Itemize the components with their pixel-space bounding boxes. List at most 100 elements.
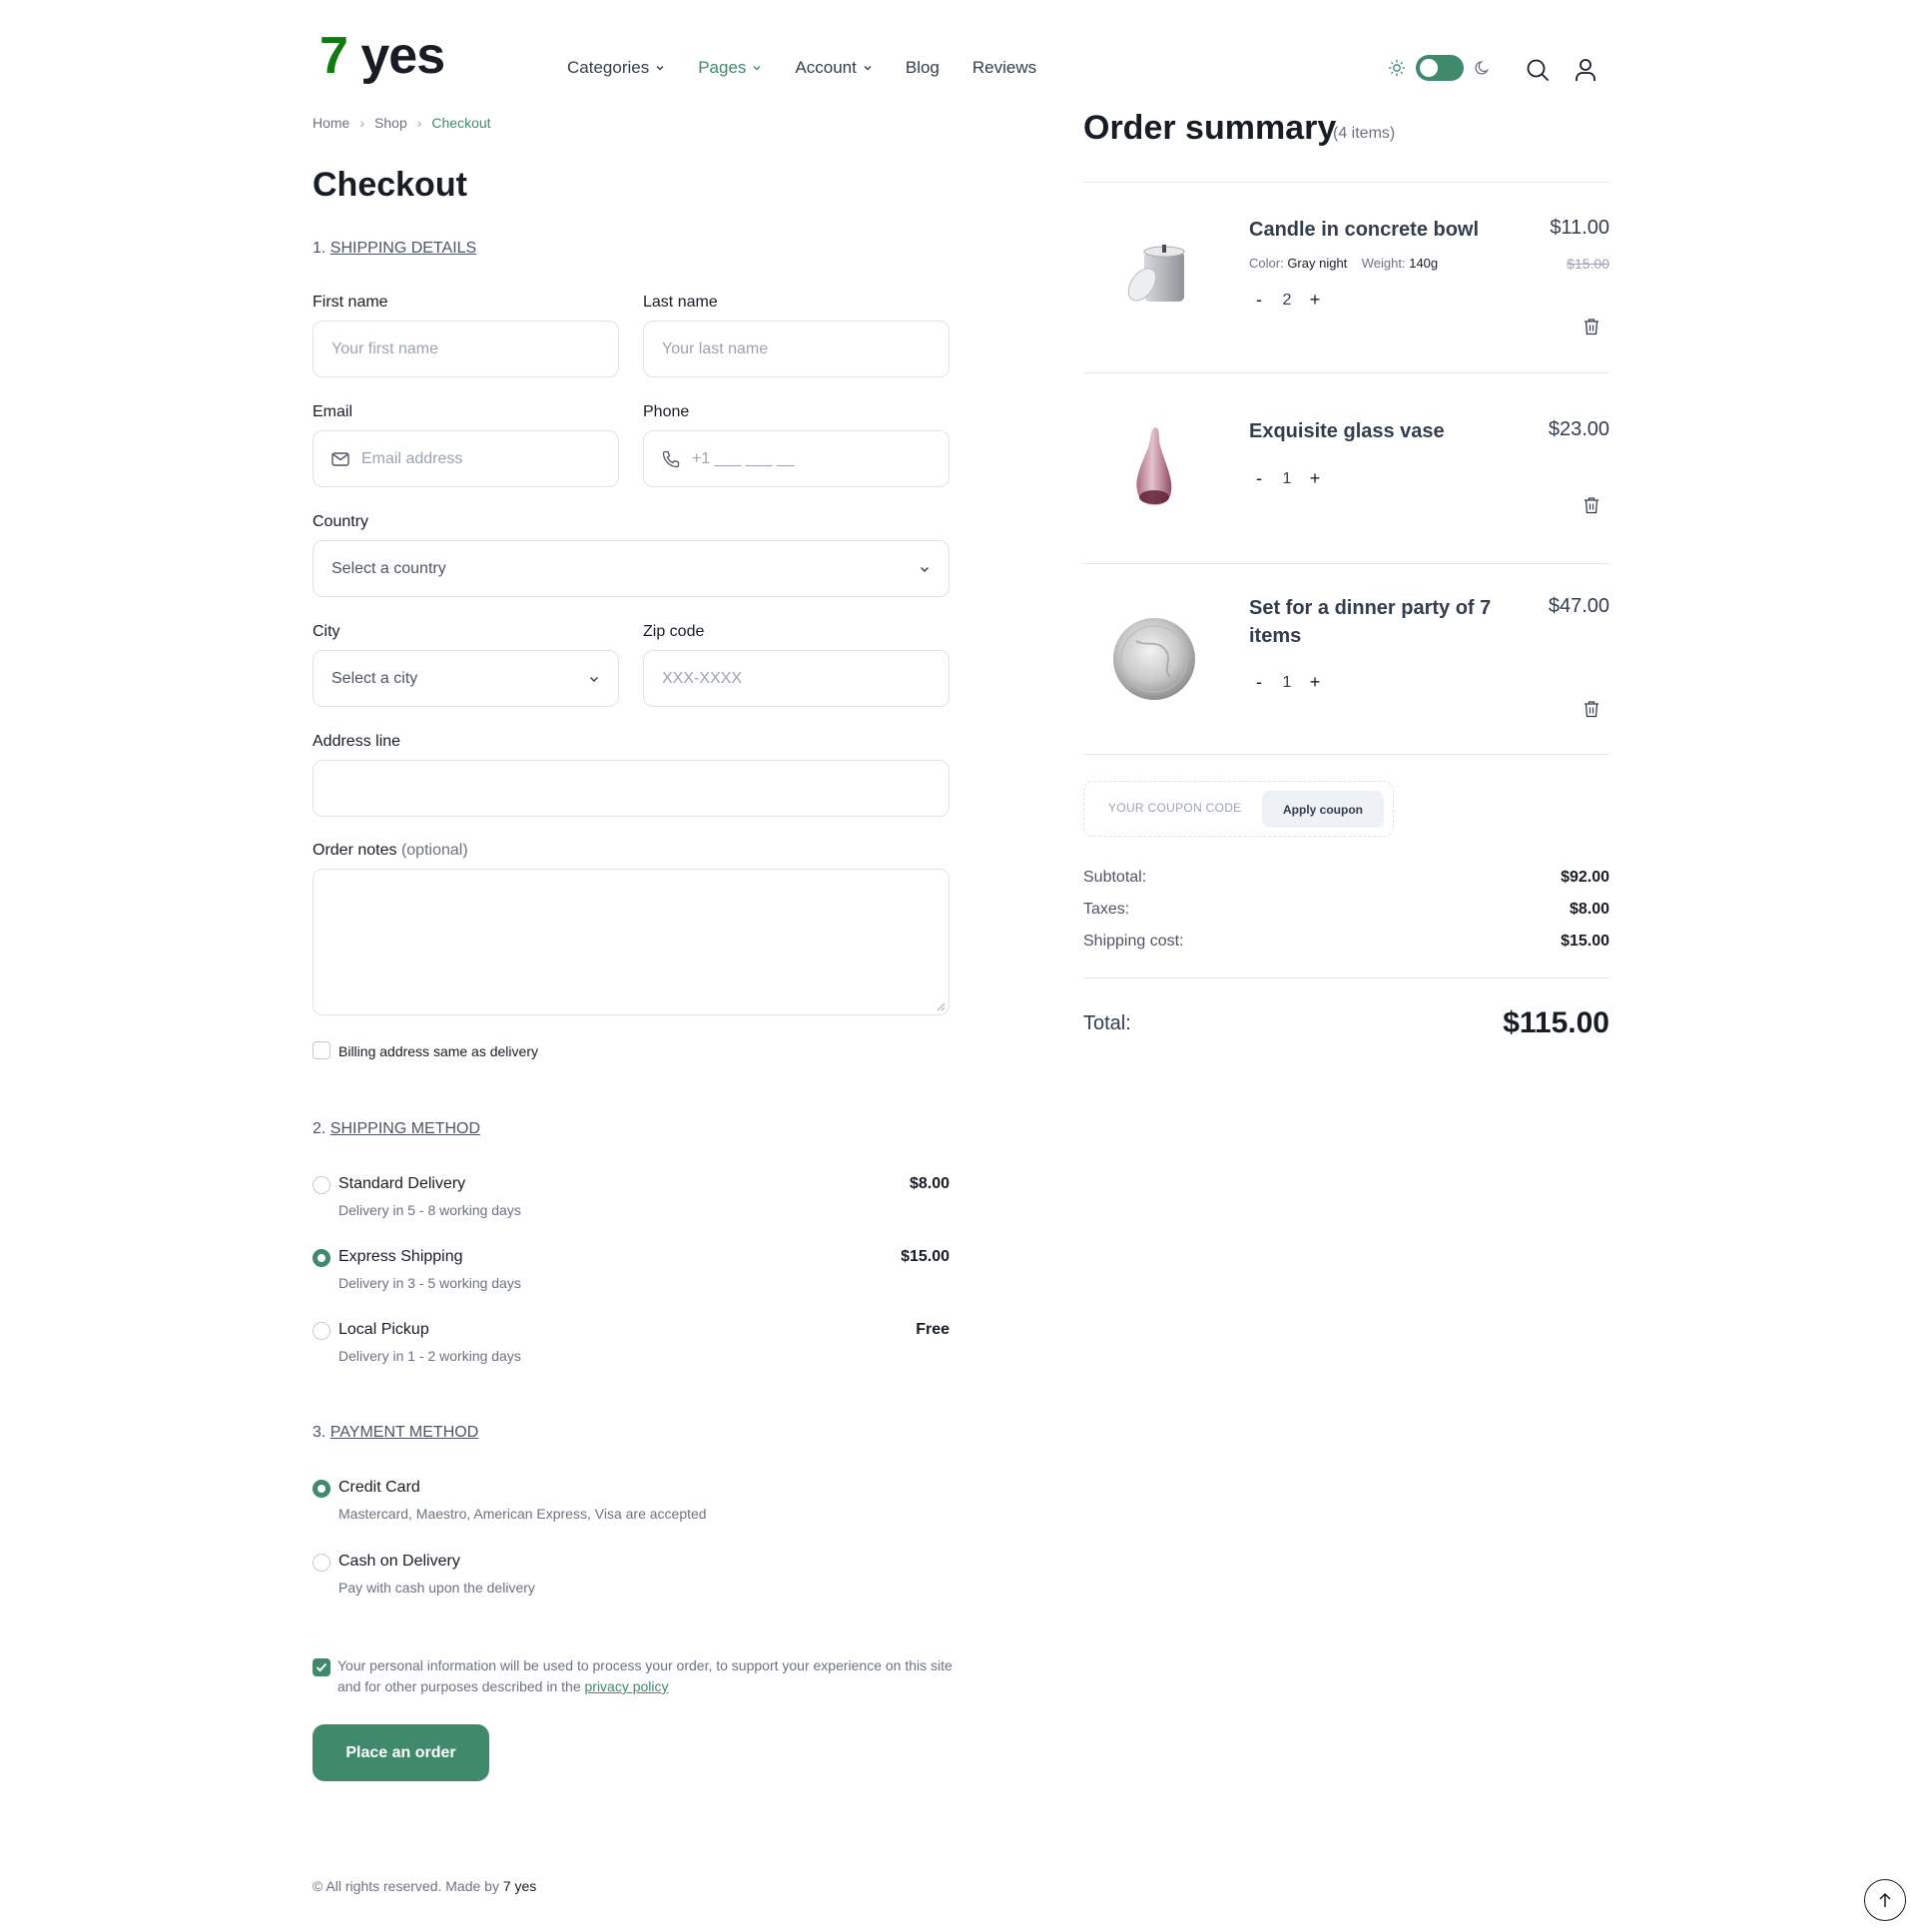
first-name-label: First name	[313, 294, 388, 311]
place-order-button[interactable]: Place an order	[313, 1724, 489, 1781]
billing-same-checkbox[interactable]	[313, 1041, 330, 1059]
section-title: SHIPPING DETAILS	[329, 240, 477, 257]
meta-label: Color:	[1249, 256, 1284, 271]
apply-coupon-button[interactable]: Apply coupon	[1262, 791, 1384, 828]
toggle-knob	[1420, 59, 1438, 77]
dinner-set-product-image[interactable]	[1106, 611, 1202, 707]
zip-label: Zip code	[643, 623, 705, 640]
nav-account[interactable]: Account	[795, 58, 872, 78]
breadcrumb-current: Checkout	[431, 115, 491, 131]
section-number: 1.	[313, 240, 326, 257]
main-nav: Categories Pages Account Blog Reviews	[567, 58, 1069, 78]
shipping-cost-label: Shipping cost:	[1083, 933, 1184, 950]
increase-button[interactable]: +	[1305, 672, 1325, 693]
nav-categories[interactable]: Categories	[567, 58, 665, 78]
last-name-label: Last name	[643, 294, 718, 311]
taxes-label: Taxes:	[1083, 901, 1130, 918]
select-value: Select a country	[331, 559, 446, 577]
meta-value: Gray night	[1287, 256, 1348, 271]
theme-toggle[interactable]	[1416, 55, 1464, 81]
quantity-stepper: - 1 +	[1249, 672, 1325, 693]
check-icon	[316, 1662, 327, 1672]
placeholder: +1 ___ ___ __	[692, 449, 795, 467]
last-name-input[interactable]: Your last name	[643, 321, 950, 377]
breadcrumb-shop[interactable]: Shop	[374, 115, 407, 131]
logo[interactable]: 7 yes	[320, 27, 445, 85]
quantity-value[interactable]: 1	[1269, 470, 1305, 488]
city-select[interactable]: Select a city	[313, 650, 619, 707]
decrease-button[interactable]: -	[1249, 468, 1269, 489]
meta-value: 140g	[1409, 256, 1439, 271]
zip-input[interactable]: XXX-XXXX	[643, 650, 950, 707]
moon-icon	[1475, 61, 1490, 75]
candle-product-image[interactable]	[1106, 230, 1202, 325]
radio-local-pickup[interactable]	[313, 1322, 330, 1340]
trash-icon[interactable]	[1583, 700, 1600, 718]
increase-button[interactable]: +	[1305, 290, 1325, 311]
increase-button[interactable]: +	[1305, 468, 1325, 489]
breadcrumb-home[interactable]: Home	[313, 115, 349, 131]
order-summary-count: (4 items)	[1333, 125, 1396, 142]
radio-standard-delivery[interactable]	[313, 1176, 330, 1194]
shipping-option-name[interactable]: Standard Delivery	[338, 1175, 465, 1193]
user-icon[interactable]	[1575, 58, 1597, 82]
decrease-button[interactable]: -	[1249, 290, 1269, 311]
billing-same-label[interactable]: Billing address same as delivery	[338, 1043, 538, 1059]
quantity-value[interactable]: 1	[1269, 674, 1305, 692]
cart-item-name[interactable]: Set for a dinner party of 7 items	[1249, 594, 1519, 650]
consent-checkbox[interactable]	[313, 1658, 330, 1676]
nav-reviews[interactable]: Reviews	[972, 58, 1036, 78]
phone-input[interactable]: +1 ___ ___ __	[643, 430, 950, 487]
quantity-stepper: - 2 +	[1249, 290, 1325, 311]
cart-item-name[interactable]: Candle in concrete bowl	[1249, 216, 1519, 244]
first-name-input[interactable]: Your first name	[313, 321, 619, 377]
payment-option-name[interactable]: Cash on Delivery	[338, 1553, 460, 1571]
section-shipping-method: 2. SHIPPING METHOD	[313, 1120, 480, 1138]
chevron-right-icon: ›	[359, 115, 365, 131]
footer-brand[interactable]: 7 yes	[503, 1878, 536, 1894]
chevron-down-icon	[590, 676, 598, 682]
nav-blog[interactable]: Blog	[906, 58, 940, 78]
search-icon[interactable]	[1526, 58, 1550, 82]
country-select[interactable]: Select a country	[313, 540, 950, 597]
payment-option-desc: Mastercard, Maestro, American Express, V…	[338, 1506, 707, 1522]
decrease-button[interactable]: -	[1249, 672, 1269, 693]
country-label: Country	[313, 513, 369, 530]
order-notes-textarea[interactable]	[313, 869, 950, 1015]
subtotal-label: Subtotal:	[1083, 869, 1147, 886]
cart-item-meta: Color: Gray night Weight: 140g	[1249, 256, 1438, 271]
chevron-right-icon: ›	[416, 115, 422, 131]
radio-credit-card[interactable]	[313, 1480, 330, 1498]
scroll-to-top-button[interactable]	[1864, 1879, 1906, 1921]
order-summary-title: Order summary	[1083, 109, 1337, 147]
breadcrumb: Home › Shop › Checkout	[313, 115, 491, 131]
email-input[interactable]: Email address	[313, 430, 619, 487]
coupon-input[interactable]: YOUR COUPON CODE	[1108, 801, 1241, 815]
address-input[interactable]	[313, 760, 950, 817]
trash-icon[interactable]	[1583, 318, 1600, 335]
shipping-option-desc: Delivery in 3 - 5 working days	[338, 1275, 521, 1291]
shipping-option-desc: Delivery in 5 - 8 working days	[338, 1202, 521, 1218]
total-label: Total:	[1083, 1012, 1131, 1034]
footer-copy: © All rights reserved. Made by	[313, 1878, 499, 1894]
logo-text: yes	[360, 27, 445, 85]
quantity-value[interactable]: 2	[1269, 292, 1305, 310]
shipping-option-name[interactable]: Express Shipping	[338, 1248, 463, 1266]
cart-item-name[interactable]: Exquisite glass vase	[1249, 417, 1519, 445]
label-text: Order notes	[313, 842, 397, 859]
vase-product-image[interactable]	[1106, 419, 1202, 515]
nav-pages[interactable]: Pages	[698, 58, 762, 78]
optional-hint: (optional)	[400, 842, 468, 859]
shipping-option-price: Free	[916, 1321, 950, 1338]
shipping-option-name[interactable]: Local Pickup	[338, 1321, 429, 1339]
radio-express-shipping[interactable]	[313, 1249, 330, 1267]
divider	[1083, 977, 1609, 978]
quantity-stepper: - 1 +	[1249, 468, 1325, 489]
resize-handle-icon[interactable]	[937, 1002, 946, 1011]
privacy-policy-link[interactable]: privacy policy	[585, 1678, 669, 1694]
trash-icon[interactable]	[1583, 496, 1600, 514]
radio-cash-on-delivery[interactable]	[313, 1554, 330, 1572]
payment-option-name[interactable]: Credit Card	[338, 1479, 420, 1497]
divider	[1083, 182, 1609, 183]
phone-label: Phone	[643, 403, 690, 420]
